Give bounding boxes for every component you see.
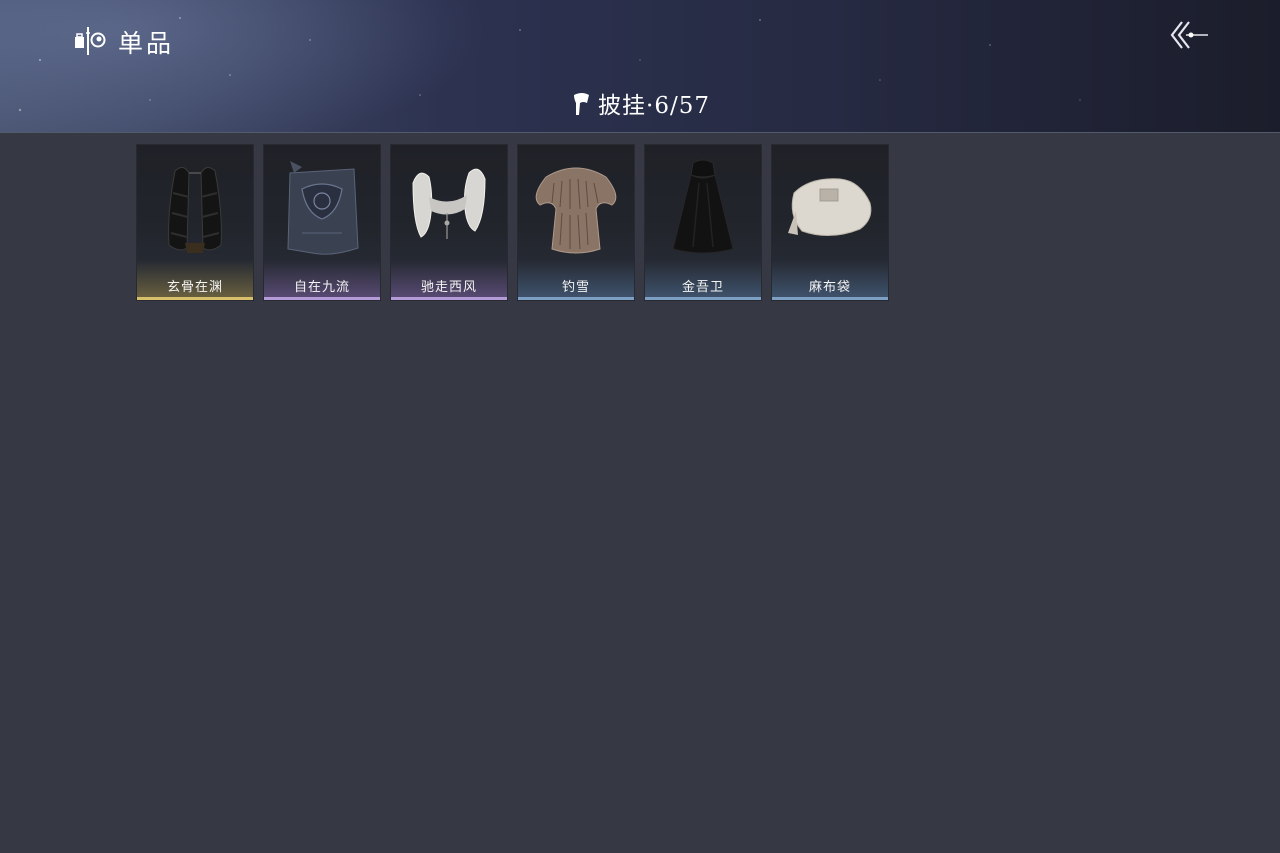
item-name: 金吾卫 <box>681 280 724 295</box>
burlap-sack-icon <box>788 178 872 236</box>
item-card[interactable]: 麻布袋 <box>772 145 888 300</box>
category-label: 披挂·6/57 <box>598 93 710 119</box>
item-name: 自在九流 <box>293 280 350 295</box>
black-hooded-cloak-icon <box>672 159 734 254</box>
item-name: 钓雪 <box>561 280 590 295</box>
cape-icon <box>574 93 590 115</box>
item-card[interactable]: 钓雪 <box>518 145 634 300</box>
black-feather-cape-icon <box>168 167 222 253</box>
item-grid: 玄骨在渊 自在九流 驰走西风 钓雪 金吾卫 麻布袋 <box>137 145 897 305</box>
category-header: 披挂·6/57 <box>0 86 1280 120</box>
item-name: 玄骨在渊 <box>166 280 223 295</box>
item-card[interactable]: 玄骨在渊 <box>137 145 253 300</box>
wardrobe-logo-icon <box>75 27 106 55</box>
quality-bar <box>772 297 888 300</box>
item-name: 麻布袋 <box>808 280 851 295</box>
straw-raincoat-icon <box>535 167 617 254</box>
embroidered-cloak-icon <box>287 161 359 255</box>
quality-bar <box>137 297 253 300</box>
quality-bar <box>264 297 380 300</box>
white-fur-shawl-icon <box>412 168 486 239</box>
item-card[interactable]: 驰走西风 <box>391 145 507 300</box>
quality-bar <box>518 297 634 300</box>
quality-bar <box>391 297 507 300</box>
back-arrow-icon[interactable] <box>1164 16 1214 54</box>
header-bar: 单品 披挂·6/57 <box>0 0 1280 133</box>
item-card[interactable]: 金吾卫 <box>645 145 761 300</box>
page-title: 单品 <box>118 29 175 58</box>
quality-bar <box>645 297 761 300</box>
item-card[interactable]: 自在九流 <box>264 145 380 300</box>
item-name: 驰走西风 <box>420 280 477 295</box>
